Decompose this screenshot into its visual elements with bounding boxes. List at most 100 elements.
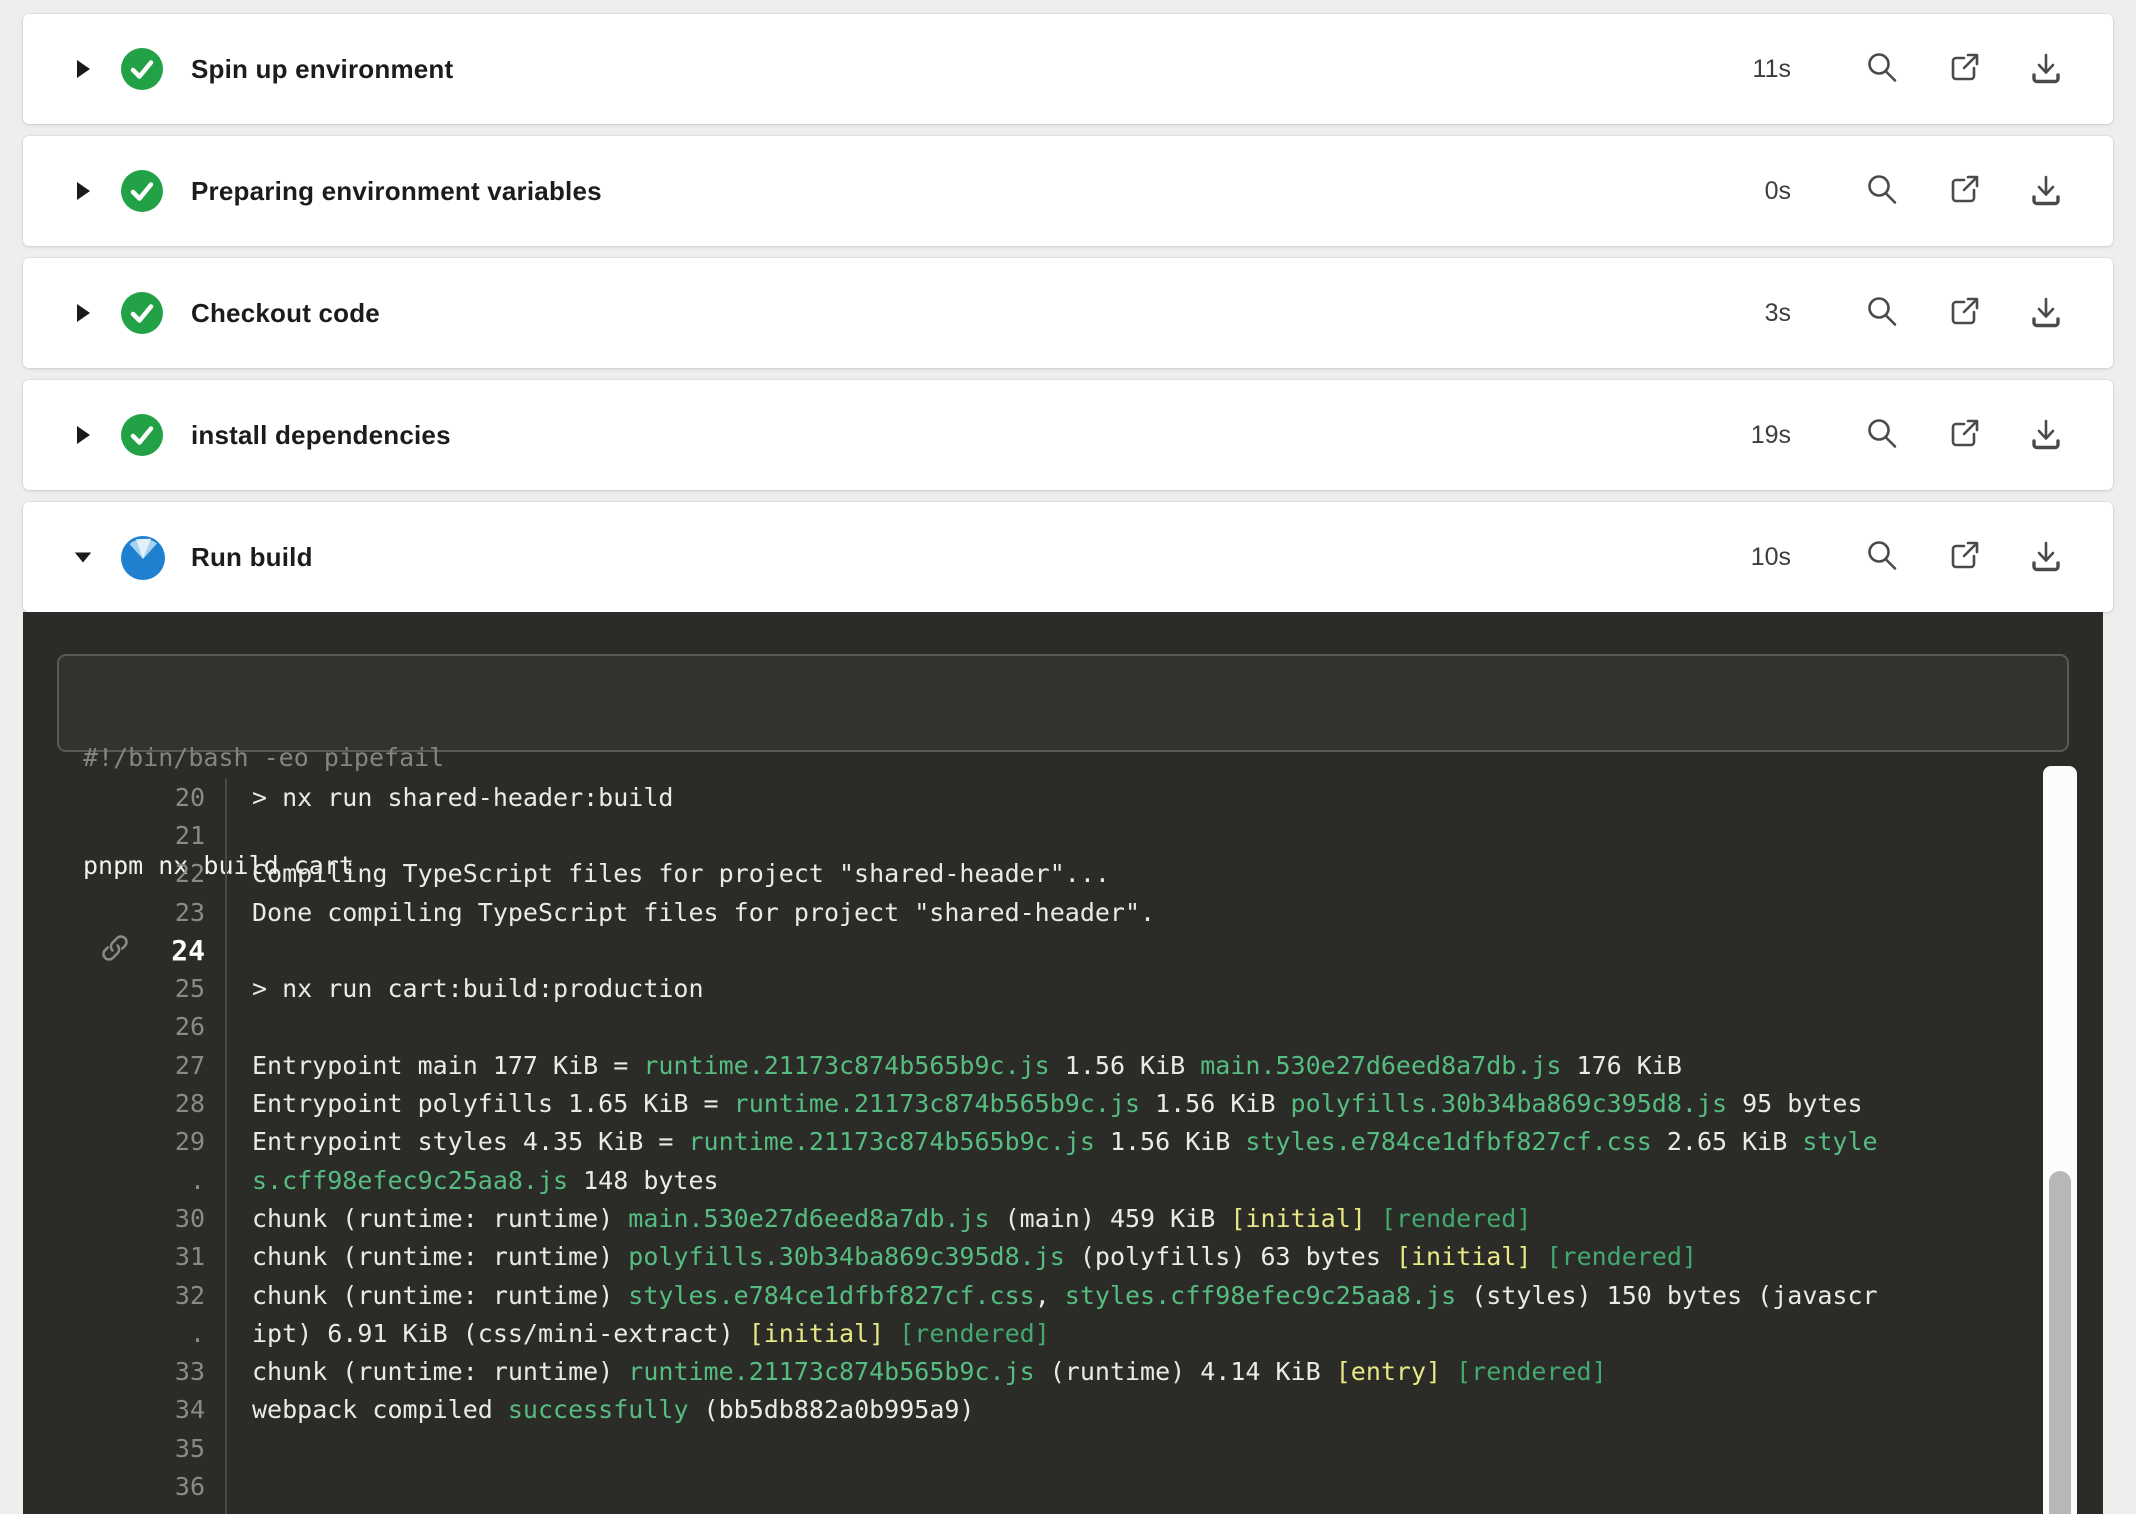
log-line-text: s.cff98efec9c25aa8.js 148 bytes <box>225 1161 2043 1199</box>
log-line-text: Compiling TypeScript files for project "… <box>225 855 2043 893</box>
log-row: 30chunk (runtime: runtime) main.530e27d6… <box>23 1199 2043 1237</box>
success-check-icon <box>121 292 163 334</box>
log-row: 26 <box>23 1008 2043 1046</box>
download-icon <box>2027 49 2065 90</box>
search-logs-button[interactable] <box>1861 48 1903 90</box>
open-in-new-icon <box>1945 171 1983 212</box>
download-logs-button[interactable] <box>2025 292 2067 334</box>
line-number[interactable]: 34 <box>135 1395 225 1424</box>
search-logs-button[interactable] <box>1861 170 1903 212</box>
log-row: 20> nx run shared-header:build <box>23 778 2043 816</box>
chevron-right-icon[interactable] <box>73 424 93 446</box>
line-number[interactable]: 31 <box>135 1242 225 1271</box>
log-row: 29Entrypoint styles 4.35 KiB = runtime.2… <box>23 1123 2043 1161</box>
step-title: install dependencies <box>191 420 1731 451</box>
line-number[interactable]: 32 <box>135 1281 225 1310</box>
log-line-text <box>225 816 2043 854</box>
search-icon <box>1863 293 1901 334</box>
log-row: 25> nx run cart:build:production <box>23 969 2043 1007</box>
chevron-right-icon[interactable] <box>73 180 93 202</box>
log-line-text: webpack compiled successfully (bb5db882a… <box>225 1391 2043 1429</box>
command-shebang: #!/bin/bash -eo pipefail <box>83 740 2043 776</box>
line-number[interactable]: 29 <box>135 1127 225 1156</box>
line-number[interactable]: 25 <box>135 974 225 1003</box>
step-title: Spin up environment <box>191 54 1731 85</box>
line-number[interactable]: 26 <box>135 1012 225 1041</box>
terminal-scrollbar-thumb[interactable] <box>2049 1171 2071 1514</box>
log-line-text: chunk (runtime: runtime) main.530e27d6ee… <box>225 1199 2043 1237</box>
log-line-text: chunk (runtime: runtime) runtime.21173c8… <box>225 1352 2043 1390</box>
line-number[interactable]: 33 <box>135 1357 225 1386</box>
download-logs-button[interactable] <box>2025 48 2067 90</box>
step-row-spin-up-environment[interactable]: Spin up environment 11s <box>23 14 2113 124</box>
command-box: #!/bin/bash -eo pipefail pnpm nx build c… <box>57 654 2069 752</box>
build-steps-list: Spin up environment 11s Preparing enviro… <box>23 14 2113 624</box>
log-line-text: > nx run shared-header:build <box>225 778 2043 816</box>
download-logs-button[interactable] <box>2025 414 2067 456</box>
log-row: 33chunk (runtime: runtime) runtime.21173… <box>23 1352 2043 1390</box>
log-row: 21 <box>23 816 2043 854</box>
link-icon[interactable] <box>99 932 135 968</box>
line-number[interactable]: 22 <box>135 859 225 888</box>
log-row: .ipt) 6.91 KiB (css/mini-extract) [initi… <box>23 1314 2043 1352</box>
step-duration: 0s <box>1731 177 1791 206</box>
step-row-run-build[interactable]: Run build 10s <box>23 502 2113 612</box>
step-row-install-dependencies[interactable]: install dependencies 19s <box>23 380 2113 490</box>
search-icon <box>1863 49 1901 90</box>
line-number[interactable]: 30 <box>135 1204 225 1233</box>
chevron-right-icon[interactable] <box>73 302 93 324</box>
log-row: 22Compiling TypeScript files for project… <box>23 855 2043 893</box>
line-number[interactable]: 35 <box>135 1434 225 1463</box>
log-row: 34webpack compiled successfully (bb5db88… <box>23 1391 2043 1429</box>
line-number[interactable]: 37 <box>135 1510 225 1514</box>
line-number[interactable]: 28 <box>135 1089 225 1118</box>
chevron-right-icon[interactable] <box>73 58 93 80</box>
line-number[interactable]: . <box>135 1319 225 1348</box>
step-duration: 11s <box>1731 55 1791 84</box>
log-line-text <box>225 931 2043 969</box>
log-lines: 20> nx run shared-header:build2122Compil… <box>23 778 2043 1514</box>
log-line-text: chunk (runtime: runtime) styles.e784ce1d… <box>225 1276 2043 1314</box>
open-in-new-button[interactable] <box>1943 48 1985 90</box>
terminal-panel: #!/bin/bash -eo pipefail pnpm nx build c… <box>23 612 2103 1514</box>
search-logs-button[interactable] <box>1861 536 1903 578</box>
open-in-new-button[interactable] <box>1943 414 1985 456</box>
open-in-new-button[interactable] <box>1943 170 1985 212</box>
build-step-icon <box>121 536 163 578</box>
step-duration: 3s <box>1731 299 1791 328</box>
line-link-slot <box>23 932 135 968</box>
log-row: 31chunk (runtime: runtime) polyfills.30b… <box>23 1238 2043 1276</box>
download-icon <box>2027 171 2065 212</box>
line-number[interactable]: 21 <box>135 821 225 850</box>
log-line-text: Done compiling TypeScript files for proj… <box>225 893 2043 931</box>
download-logs-button[interactable] <box>2025 536 2067 578</box>
search-logs-button[interactable] <box>1861 292 1903 334</box>
line-number[interactable]: . <box>135 1166 225 1195</box>
line-number[interactable]: 27 <box>135 1051 225 1080</box>
download-logs-button[interactable] <box>2025 170 2067 212</box>
search-logs-button[interactable] <box>1861 414 1903 456</box>
open-in-new-button[interactable] <box>1943 292 1985 334</box>
download-icon <box>2027 415 2065 456</box>
success-check-icon <box>121 414 163 456</box>
terminal-scrollbar-track[interactable] <box>2043 766 2077 1514</box>
log-line-text: Entrypoint styles 4.35 KiB = runtime.211… <box>225 1123 2043 1161</box>
log-row: 27Entrypoint main 177 KiB = runtime.2117… <box>23 1046 2043 1084</box>
line-number[interactable]: 23 <box>135 898 225 927</box>
log-line-text: Entrypoint polyfills 1.65 KiB = runtime.… <box>225 1084 2043 1122</box>
open-in-new-icon <box>1945 415 1983 456</box>
step-title: Run build <box>191 542 1731 573</box>
step-duration: 19s <box>1731 421 1791 450</box>
line-number[interactable]: 20 <box>135 783 225 812</box>
open-in-new-icon <box>1945 537 1983 578</box>
step-row-checkout-code[interactable]: Checkout code 3s <box>23 258 2113 368</box>
log-row: 36 <box>23 1467 2043 1505</box>
line-number[interactable]: 24 <box>135 934 225 967</box>
download-icon <box>2027 537 2065 578</box>
open-in-new-button[interactable] <box>1943 536 1985 578</box>
log-row: .s.cff98efec9c25aa8.js 148 bytes <box>23 1161 2043 1199</box>
chevron-down-icon[interactable] <box>73 548 93 566</box>
step-row-preparing-environment-variables[interactable]: Preparing environment variables 0s <box>23 136 2113 246</box>
log-line-text: Entrypoint main 177 KiB = runtime.21173c… <box>225 1046 2043 1084</box>
line-number[interactable]: 36 <box>135 1472 225 1501</box>
